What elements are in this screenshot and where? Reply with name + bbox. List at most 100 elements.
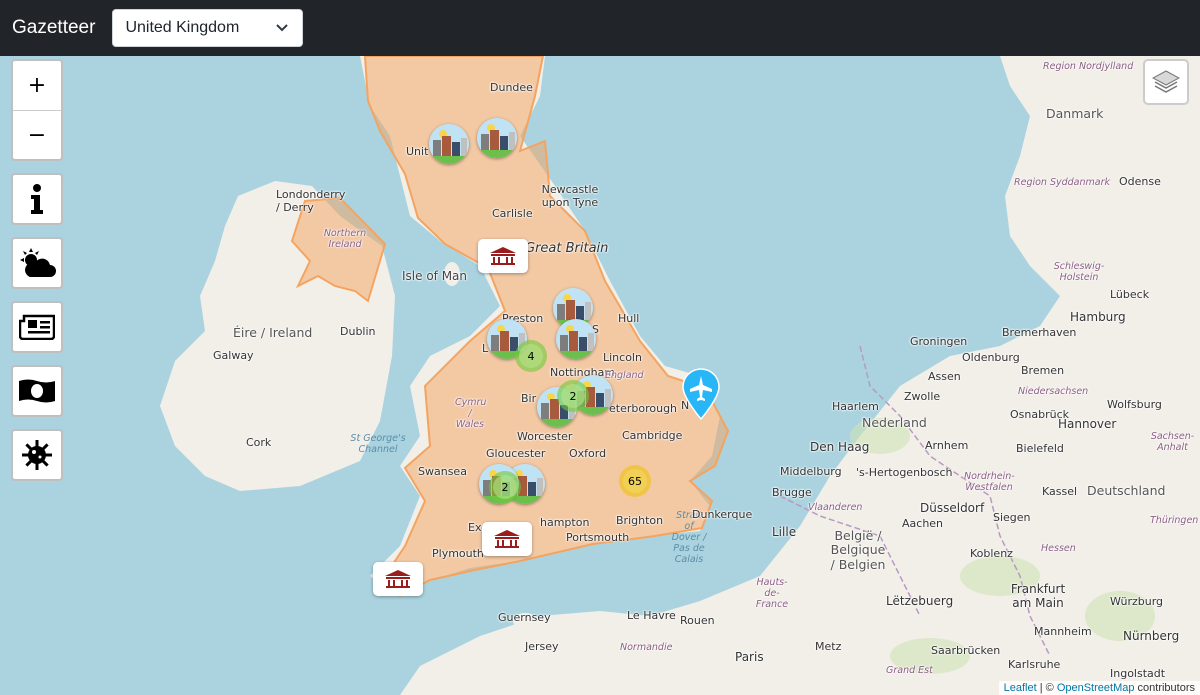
weather-button[interactable]: [11, 237, 63, 289]
label-great-britain: Great Britain: [525, 241, 609, 256]
label-dublin: Dublin: [340, 325, 376, 338]
label-groningen: Groningen: [910, 335, 968, 348]
label-ingolstadt: Ingolstadt: [1110, 667, 1166, 680]
label-lille: Lille: [772, 525, 797, 539]
label-le-havre: Le Havre: [627, 609, 676, 622]
label-eire-ireland: Éire / Ireland: [233, 325, 313, 340]
label-wolfsburg: Wolfsburg: [1107, 398, 1162, 411]
label-region-syddanmark: Region Syddanmark: [1014, 177, 1111, 188]
label-bielefeld: Bielefeld: [1016, 442, 1064, 455]
label-nordrhein-westfalen: Nordrhein-Westfalen: [964, 471, 1015, 493]
label-metz: Metz: [815, 640, 842, 653]
marker-cluster[interactable]: 2: [557, 380, 589, 412]
label-lincoln: Lincoln: [603, 351, 642, 364]
label-niedersachsen: Niedersachsen: [1018, 386, 1089, 397]
news-button[interactable]: [11, 301, 63, 353]
label-mannheim: Mannheim: [1034, 625, 1092, 638]
label-hannover: Hannover: [1058, 417, 1117, 431]
marker-cluster[interactable]: 65: [619, 465, 651, 497]
label-nederland: Nederland: [862, 415, 927, 430]
cloud-sun-icon: [20, 248, 56, 277]
zoom-control: + −: [11, 59, 63, 161]
label-northern-ireland: Northern Ireland: [323, 228, 367, 250]
label-guernsey: Guernsey: [498, 611, 551, 624]
osm-link[interactable]: OpenStreetMap: [1057, 682, 1135, 694]
map-attribution: Leaflet | © OpenStreetMap contributors: [998, 681, 1200, 695]
cluster-count: 2: [561, 384, 585, 408]
label-united-kingdom: Unit: [406, 145, 429, 158]
zoom-in-button[interactable]: +: [13, 61, 61, 110]
label-letzebuerg: Lëtzebuerg: [886, 594, 954, 608]
country-select-value: United Kingdom: [125, 19, 240, 36]
cluster-count: 4: [519, 344, 543, 368]
label-hull: Hull: [618, 312, 640, 325]
label-thuringen: Thüringen: [1150, 515, 1199, 526]
label-st-georges-channel: St George's Channel: [350, 433, 406, 455]
newspaper-icon: [19, 314, 55, 340]
airport-marker[interactable]: [680, 368, 722, 424]
label-sachsen-anhalt: Sachsen-Anhalt: [1150, 431, 1195, 453]
label-cork: Cork: [246, 436, 272, 449]
label-wurzburg: Würzburg: [1110, 595, 1164, 608]
label-kassel: Kassel: [1042, 485, 1078, 498]
label-den-haag: Den Haag: [810, 440, 870, 454]
chevron-down-icon: [276, 24, 289, 32]
label-lubeck: Lübeck: [1110, 288, 1150, 301]
attribution-contributors: contributors: [1134, 682, 1195, 694]
info-button[interactable]: [11, 173, 63, 225]
covid-button[interactable]: [11, 429, 63, 481]
unesco-icon: [490, 247, 516, 265]
unesco-marker[interactable]: [482, 522, 532, 556]
map[interactable]: Dundee Unit Newcastle upon Tyne Carlisle…: [0, 56, 1200, 695]
airplane-icon: [682, 368, 720, 421]
label-dusseldorf: Düsseldorf: [920, 501, 985, 515]
label-oldenburg: Oldenburg: [962, 351, 1020, 364]
city-icon: [477, 118, 517, 158]
label-danmark: Danmark: [1046, 106, 1104, 121]
city-marker[interactable]: [429, 124, 469, 164]
cluster-count: 65: [623, 469, 647, 493]
cluster-count: 2: [493, 475, 517, 499]
label-saarbrucken: Saarbrücken: [931, 644, 1001, 657]
label-hertogenbosch: 's-Hertogenbosch: [856, 466, 953, 479]
unesco-marker[interactable]: [478, 239, 528, 273]
label-bremen: Bremen: [1021, 364, 1065, 377]
label-newcastle: Newcastle upon Tyne: [541, 183, 599, 209]
brand-title: Gazetteer: [12, 17, 96, 38]
label-odense: Odense: [1119, 175, 1161, 188]
label-gloucester: Gloucester: [486, 447, 546, 460]
label-frankfurt: Frankfurt am Main: [1010, 582, 1066, 610]
label-normandie: Normandie: [620, 642, 673, 653]
label-haarlem: Haarlem: [832, 400, 879, 413]
label-cambridge: Cambridge: [622, 429, 683, 442]
label-portsmouth: Portsmouth: [566, 531, 630, 544]
city-icon: [429, 124, 469, 164]
zoom-out-button[interactable]: −: [13, 110, 61, 159]
country-select[interactable]: United Kingdom: [112, 9, 304, 47]
currency-button[interactable]: [11, 365, 63, 417]
label-peterborough: eterborough: [609, 402, 678, 415]
label-dundee: Dundee: [490, 81, 533, 94]
marker-cluster[interactable]: 2: [489, 471, 521, 503]
navbar: Gazetteer United Kingdom: [0, 0, 1200, 56]
leaflet-link[interactable]: Leaflet: [1004, 682, 1037, 694]
unesco-marker[interactable]: [373, 562, 423, 596]
label-carlisle: Carlisle: [492, 207, 533, 220]
label-aachen: Aachen: [902, 517, 944, 530]
label-isle-of-man: Isle of Man: [402, 269, 468, 283]
label-vlaanderen: Vlaanderen: [808, 502, 863, 513]
label-birmingham: Bir: [521, 392, 537, 405]
label-hessen: Hessen: [1041, 543, 1076, 554]
label-dunkerque: Dunkerque: [692, 508, 753, 521]
marker-cluster[interactable]: 4: [515, 340, 547, 372]
label-schleswig-holstein: Schleswig-Holstein: [1053, 261, 1105, 283]
unesco-icon: [385, 570, 411, 588]
city-marker[interactable]: [477, 118, 517, 158]
label-koblenz: Koblenz: [970, 547, 1013, 560]
label-region-nordjylland: Region Nordjylland: [1043, 61, 1134, 72]
label-jersey: Jersey: [525, 640, 559, 653]
city-marker[interactable]: [556, 319, 596, 359]
layers-button[interactable]: [1143, 59, 1189, 105]
money-bill-icon: [19, 379, 55, 403]
label-oxford: Oxford: [569, 447, 607, 460]
